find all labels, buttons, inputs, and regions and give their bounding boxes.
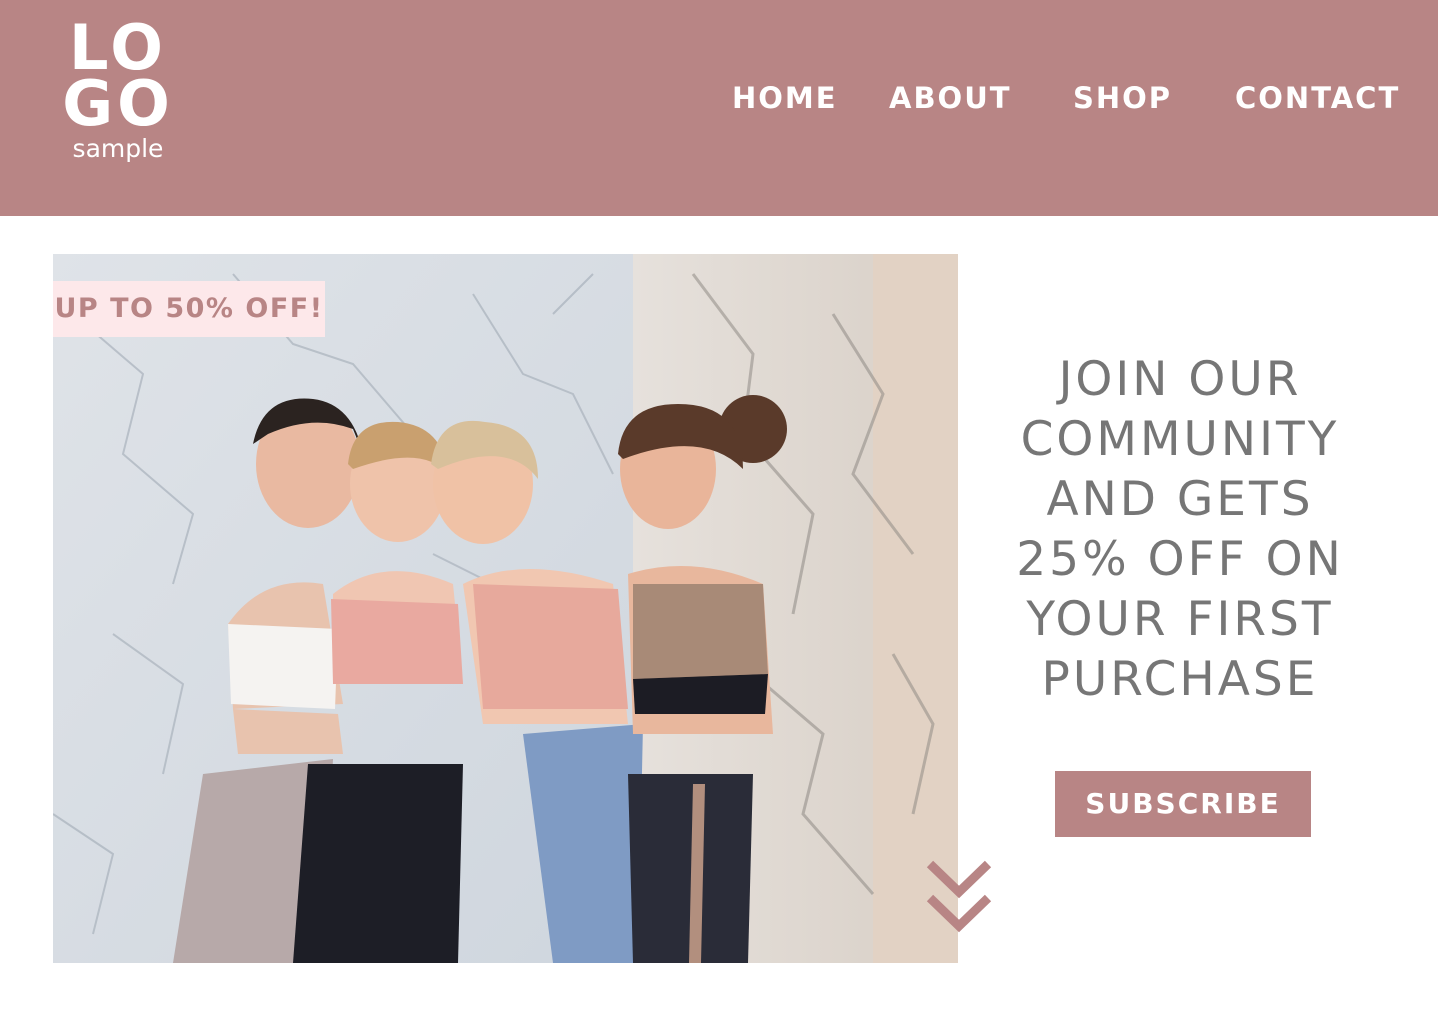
promo-line-4: 25% OFF ON bbox=[1016, 532, 1344, 587]
hero-photo bbox=[53, 254, 958, 963]
promo-line-6: PURCHASE bbox=[1041, 652, 1319, 707]
logo[interactable]: LO GO sample bbox=[62, 17, 174, 164]
promo-line-2: COMMUNITY bbox=[1020, 412, 1340, 467]
promo-line-3: AND GETS bbox=[1046, 472, 1314, 527]
nav-contact[interactable]: CONTACT bbox=[1235, 78, 1400, 118]
logo-subtitle: sample bbox=[72, 134, 164, 163]
promo-line-5: YOUR FIRST bbox=[1026, 592, 1334, 647]
double-chevron-down-icon[interactable] bbox=[924, 858, 994, 940]
nav-home[interactable]: HOME bbox=[732, 78, 838, 118]
nav-about[interactable]: ABOUT bbox=[889, 78, 1012, 118]
logo-line-2: GO bbox=[62, 67, 174, 140]
promo-headline: JOIN OUR COMMUNITY AND GETS 25% OFF ON Y… bbox=[985, 350, 1375, 710]
site-header: LO GO sample HOME ABOUT SHOP CONTACT bbox=[0, 0, 1438, 216]
promo-line-1: JOIN OUR bbox=[1058, 352, 1302, 407]
discount-badge: UP TO 50% OFF! bbox=[53, 281, 325, 337]
subscribe-button[interactable]: SUBSCRIBE bbox=[1055, 771, 1311, 837]
nav-shop[interactable]: SHOP bbox=[1073, 78, 1172, 118]
